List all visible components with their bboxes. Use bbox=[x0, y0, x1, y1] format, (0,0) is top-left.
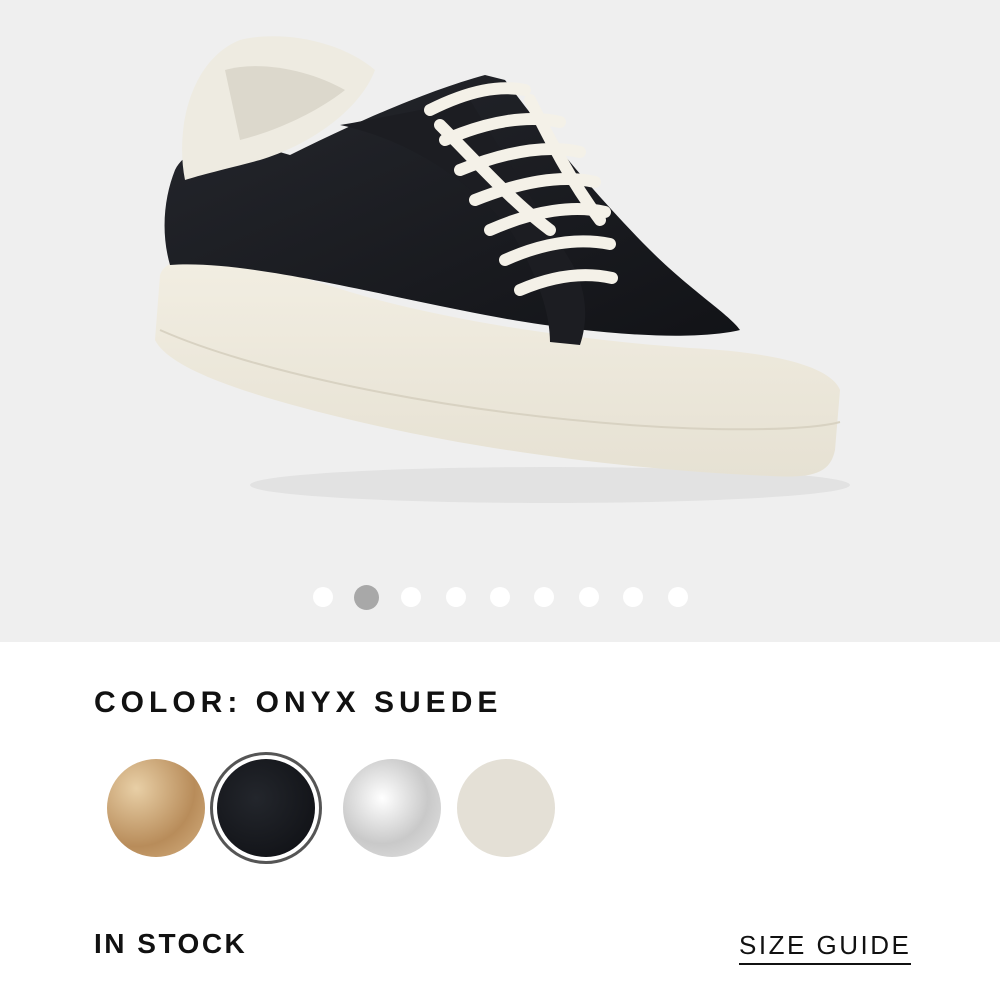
swatch-onyx-suede[interactable] bbox=[210, 752, 322, 864]
carousel-dot[interactable] bbox=[445, 587, 466, 607]
swatch-color bbox=[343, 759, 441, 857]
carousel-dot[interactable] bbox=[490, 587, 510, 607]
product-gallery[interactable] bbox=[0, 0, 1000, 642]
carousel-dot[interactable] bbox=[312, 587, 333, 607]
carousel-dot[interactable] bbox=[534, 587, 555, 607]
product-image[interactable] bbox=[130, 30, 860, 510]
color-label: COLOR: ONYX SUEDE bbox=[94, 686, 503, 719]
swatch-color bbox=[457, 759, 555, 857]
carousel-dots bbox=[0, 584, 1000, 610]
carousel-dot[interactable] bbox=[401, 587, 422, 607]
swatch-cream-suede[interactable] bbox=[450, 752, 562, 864]
carousel-dot[interactable] bbox=[354, 584, 380, 610]
swatch-gold-metallic[interactable] bbox=[100, 752, 212, 864]
carousel-dot[interactable] bbox=[578, 587, 599, 607]
swatch-silver-metallic[interactable] bbox=[336, 752, 448, 864]
swatch-color bbox=[217, 759, 315, 857]
stock-status: IN STOCK bbox=[94, 928, 248, 959]
size-guide-link[interactable]: SIZE GUIDE bbox=[739, 930, 912, 965]
carousel-dot[interactable] bbox=[623, 587, 644, 607]
carousel-dot[interactable] bbox=[667, 587, 688, 607]
swatch-color bbox=[107, 759, 205, 857]
